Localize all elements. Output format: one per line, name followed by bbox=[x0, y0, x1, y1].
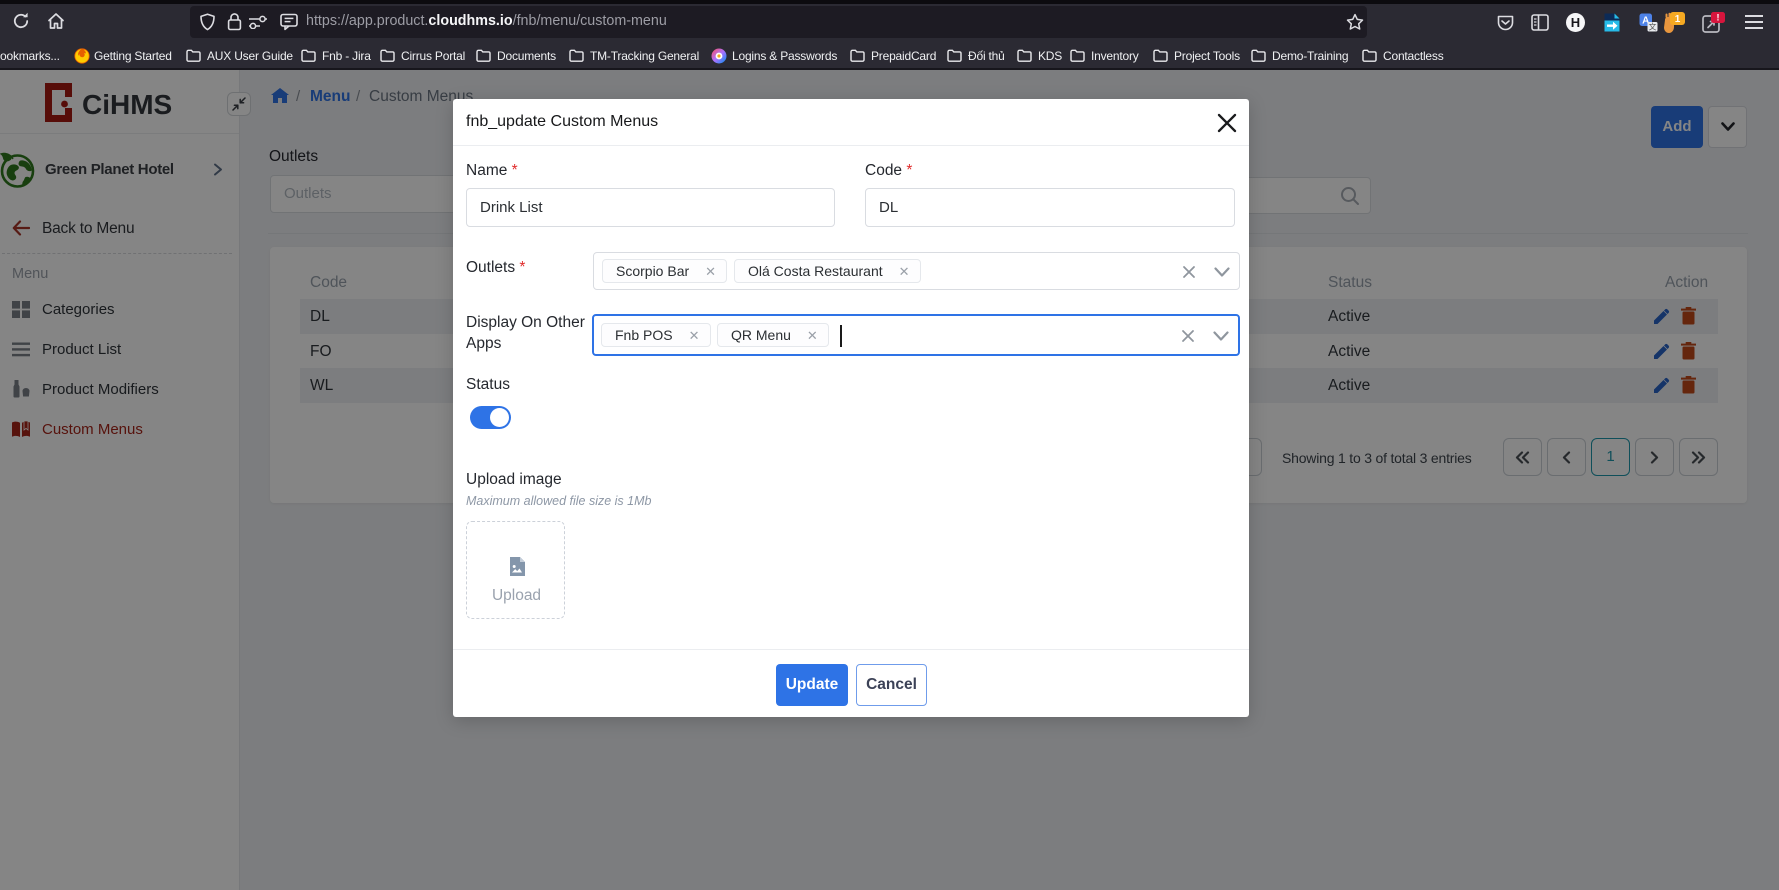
svg-text:1: 1 bbox=[1675, 14, 1681, 25]
svg-text:文: 文 bbox=[1649, 22, 1657, 32]
svg-text:!: ! bbox=[1717, 13, 1720, 23]
